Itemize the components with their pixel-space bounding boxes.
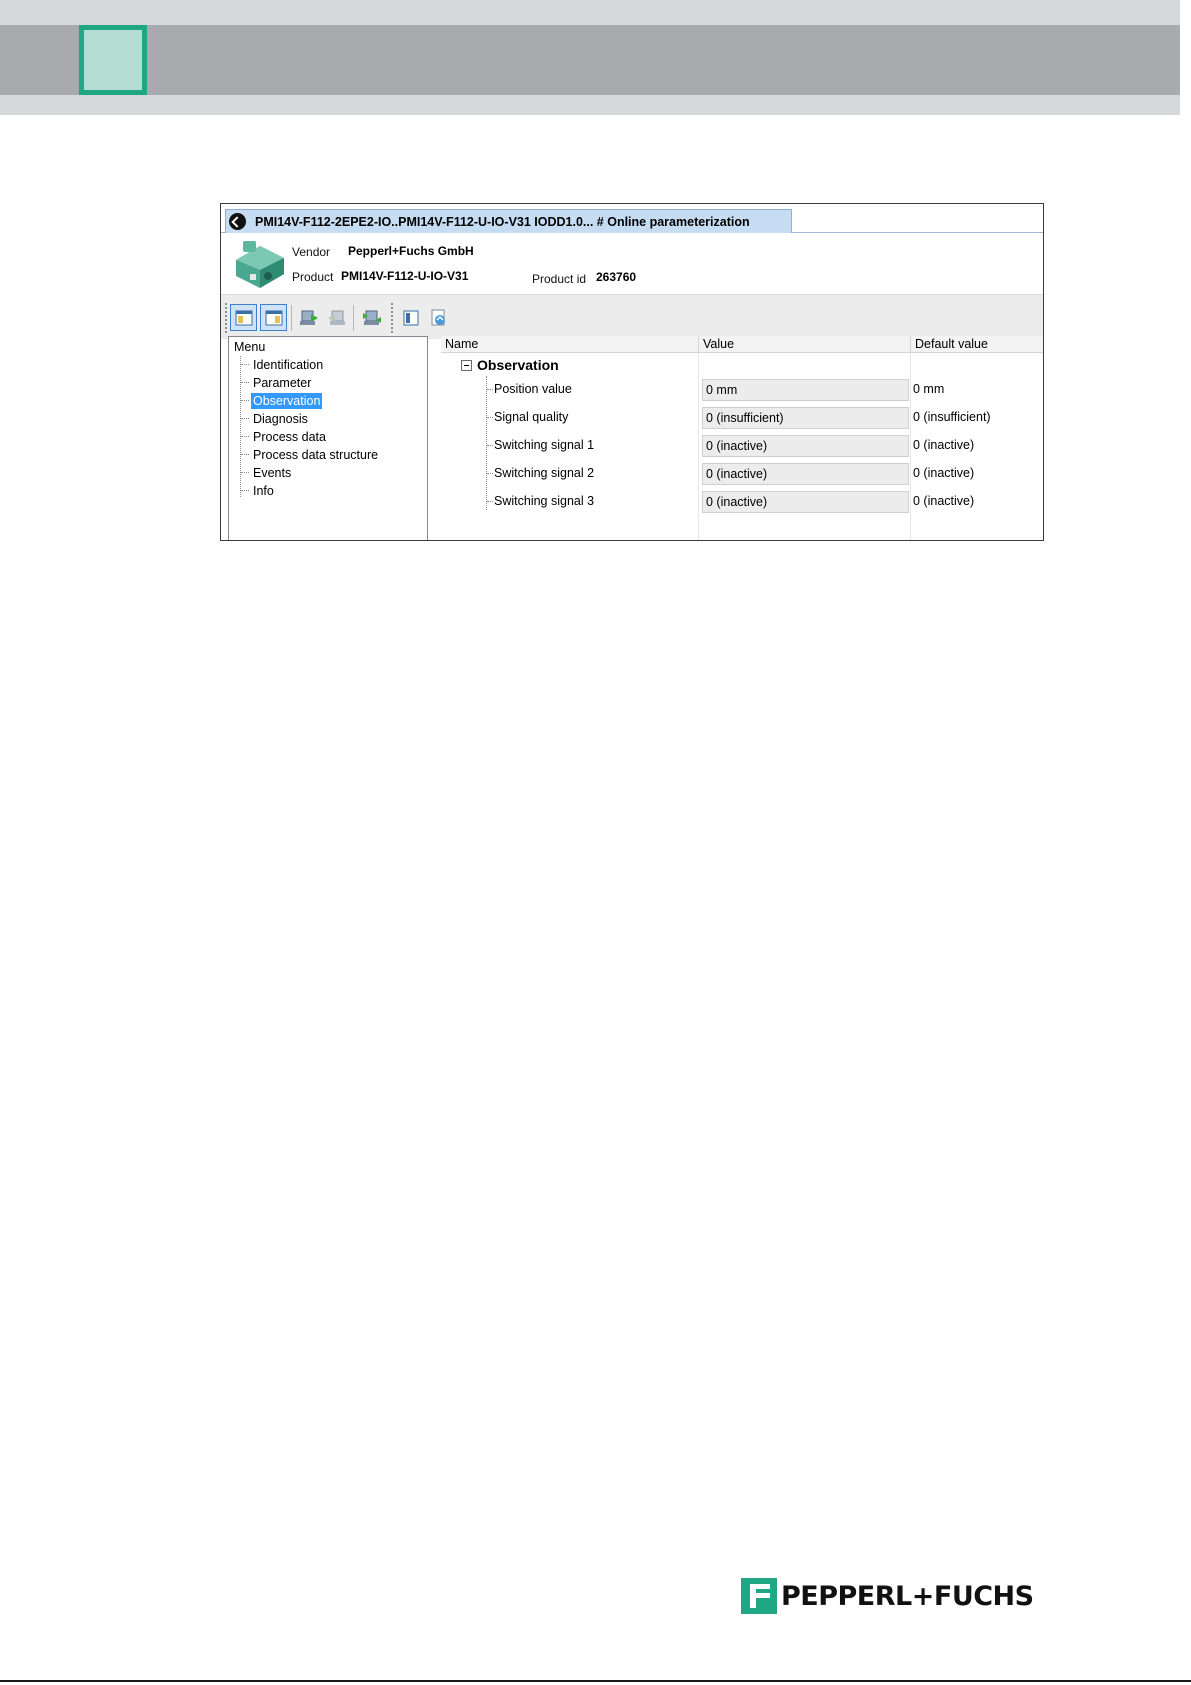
sync-device-icon xyxy=(362,310,381,325)
footer-rule xyxy=(0,1680,1191,1682)
parameter-default-value: 0 (insufficient) xyxy=(913,410,991,424)
menu-item-label: Identification xyxy=(253,357,324,372)
pepperl-fuchs-logo: PEPPERL+FUCHS xyxy=(741,1576,1034,1616)
parameter-name: Signal quality xyxy=(494,410,569,424)
tab-title: PMI14V-F112-2EPE2-IO..PMI14V-F112-U-IO-V… xyxy=(255,214,750,229)
toolbar-separator xyxy=(291,305,292,331)
upload-from-device-button[interactable] xyxy=(323,304,350,331)
view-layout-2-button[interactable] xyxy=(260,304,287,331)
device-info-panel: Vendor Pepperl+Fuchs GmbH Product PMI14V… xyxy=(221,233,1043,294)
parameter-value-field[interactable]: 0 (insufficient) xyxy=(702,407,909,429)
menu-item-label: Observation xyxy=(251,392,323,409)
parameter-value-field[interactable]: 0 (inactive) xyxy=(702,463,909,485)
brand-mark-icon xyxy=(741,1578,777,1614)
menu-item-label: Parameter xyxy=(253,375,312,390)
product-id-label: Product id xyxy=(532,272,587,286)
menu-item-diagnosis[interactable]: Diagnosis xyxy=(241,410,310,427)
menu-item-observation[interactable]: Observation xyxy=(241,392,323,409)
device-dtm-icon xyxy=(229,213,246,230)
parameter-default-value: 0 (inactive) xyxy=(913,438,975,452)
download-to-device-button[interactable] xyxy=(295,304,322,331)
header-band-edge xyxy=(1180,0,1191,115)
column-header-default-value[interactable]: Default value xyxy=(911,336,988,353)
vendor-label: Vendor xyxy=(292,245,331,259)
toolbar-grip[interactable] xyxy=(225,303,227,333)
menu-item-parameter[interactable]: Parameter xyxy=(241,374,313,391)
header-band-top xyxy=(0,0,1191,25)
parameter-value-field[interactable]: 0 (inactive) xyxy=(702,435,909,457)
parameter-value-field[interactable]: 0 mm xyxy=(702,379,909,401)
product-value: PMI14V-F112-U-IO-V31 xyxy=(341,269,469,283)
export-icon xyxy=(431,309,445,325)
menu-item-label: Process data structure xyxy=(253,447,379,462)
parameter-name: Position value xyxy=(494,382,572,396)
header-band xyxy=(0,25,1191,95)
upload-from-device-icon xyxy=(327,310,345,325)
properties-button[interactable] xyxy=(397,304,424,331)
view-layout-1-icon xyxy=(235,310,252,325)
parameter-name: Switching signal 2 xyxy=(494,466,595,480)
logo-text: PEPPERL+FUCHS xyxy=(781,1580,1034,1612)
toolbar-grip[interactable] xyxy=(391,303,393,333)
menu-item-label: Info xyxy=(253,483,274,498)
parameter-row[interactable]: Switching signal 1 0 (inactive) 0 (inact… xyxy=(441,432,1043,460)
menu-item-events[interactable]: Events xyxy=(241,464,293,481)
export-button[interactable] xyxy=(425,304,452,331)
parameter-name: Switching signal 3 xyxy=(494,494,595,508)
tab-online-parameterization[interactable]: PMI14V-F112-2EPE2-IO..PMI14V-F112-U-IO-V… xyxy=(225,209,792,233)
parameter-row[interactable]: Signal quality 0 (insufficient) 0 (insuf… xyxy=(441,404,1043,432)
parameter-grid: Name Value Default value Observation Pos… xyxy=(441,336,1043,540)
tab-strip: PMI14V-F112-2EPE2-IO..PMI14V-F112-U-IO-V… xyxy=(221,204,1043,233)
properties-icon xyxy=(403,310,418,325)
parameter-default-value: 0 (inactive) xyxy=(913,466,975,480)
column-header-name[interactable]: Name xyxy=(441,336,478,353)
parameter-value-field[interactable]: 0 (inactive) xyxy=(702,491,909,513)
menu-item-process-data-structure[interactable]: Process data structure xyxy=(241,446,380,463)
menu-item-label: Process data xyxy=(253,429,326,444)
column-header-value[interactable]: Value xyxy=(699,336,734,353)
parameter-default-value: 0 (inactive) xyxy=(913,494,975,508)
chapter-marker xyxy=(79,25,147,95)
navigation-tree: Menu Identification Parameter Observatio… xyxy=(228,336,428,540)
download-to-device-icon xyxy=(299,310,318,325)
parameter-name: Switching signal 1 xyxy=(494,438,595,452)
menu-item-label: Diagnosis xyxy=(253,411,308,426)
menu-item-process-data[interactable]: Process data xyxy=(241,428,328,445)
sync-device-button[interactable] xyxy=(358,304,385,331)
grid-header: Name Value Default value xyxy=(441,336,1043,353)
parameter-row[interactable]: Position value 0 mm 0 mm xyxy=(441,376,1043,404)
menu-title: Menu xyxy=(234,340,266,354)
view-layout-1-button[interactable] xyxy=(230,304,257,331)
product-label: Product xyxy=(292,270,334,284)
menu-item-identification[interactable]: Identification xyxy=(241,356,325,373)
online-parameterization-window: PMI14V-F112-2EPE2-IO..PMI14V-F112-U-IO-V… xyxy=(220,203,1044,541)
toolbar-separator xyxy=(353,305,354,331)
group-observation[interactable]: Observation xyxy=(461,354,559,376)
menu-item-label: Events xyxy=(253,465,292,480)
parameter-row[interactable]: Switching signal 3 0 (inactive) 0 (inact… xyxy=(441,488,1043,516)
view-layout-2-icon xyxy=(265,310,282,325)
collapse-icon[interactable] xyxy=(461,359,472,371)
parameter-row[interactable]: Switching signal 2 0 (inactive) 0 (inact… xyxy=(441,460,1043,488)
toolbar xyxy=(221,294,1043,339)
header-band-bottom xyxy=(0,95,1191,115)
product-id-value: 263760 xyxy=(596,270,637,284)
sensor-device-icon xyxy=(236,241,284,288)
vendor-value: Pepperl+Fuchs GmbH xyxy=(348,244,474,258)
menu-item-info[interactable]: Info xyxy=(241,482,276,499)
parameter-default-value: 0 mm xyxy=(913,382,945,396)
group-label: Observation xyxy=(477,357,559,373)
